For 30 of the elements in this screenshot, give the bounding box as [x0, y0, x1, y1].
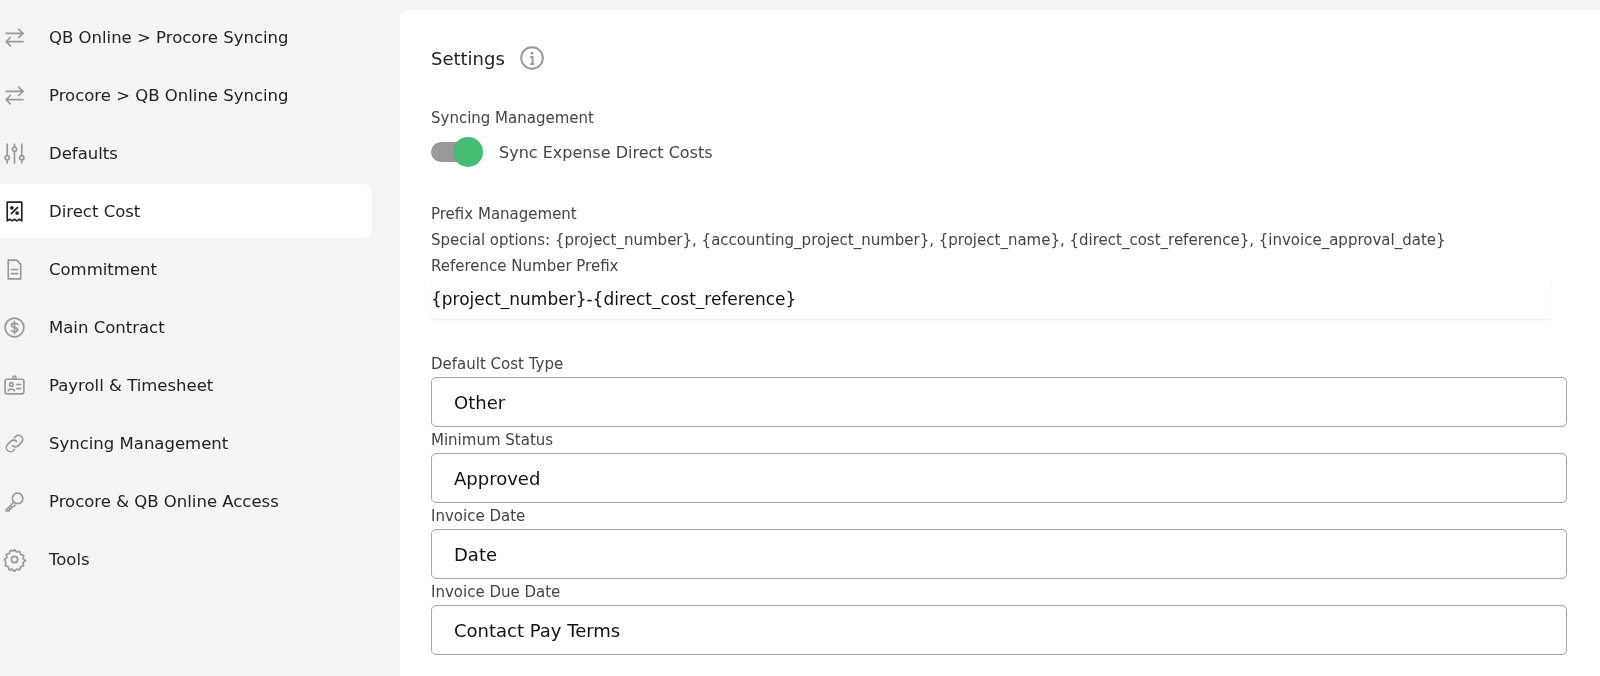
sidebar-item[interactable]: Tools: [0, 532, 372, 586]
id-card-icon: [2, 372, 27, 398]
field-label: Minimum Status: [431, 430, 555, 451]
special-options-text: Special options: {project_number}, {accounting_project_number}, {project_name}, {direct_cost_reference}, {invoice_approval_date}: [431, 230, 1447, 251]
input-field[interactable]: Approved: [431, 453, 1567, 503]
section-heading: Syncing Management: [431, 108, 595, 129]
toggle-switch[interactable]: [431, 137, 483, 167]
dollar-icon: [2, 314, 27, 340]
sidebar-item[interactable]: Syncing Management: [0, 416, 372, 470]
field-label: Invoice Due Date: [431, 582, 562, 603]
sidebar-item[interactable]: Payroll & Timesheet: [0, 358, 372, 412]
prefix-input-field[interactable]: {project_number}-{direct_cost_reference}: [431, 279, 1551, 319]
sidebar-item[interactable]: Commitment: [0, 242, 372, 296]
sidebar-item[interactable]: Defaults: [0, 126, 372, 180]
input-field[interactable]: Contact Pay Terms: [431, 605, 1567, 655]
sidebar-item[interactable]: QB Online > Procore Syncing: [0, 10, 372, 64]
field-label: Default Cost Type: [431, 354, 565, 375]
settings-title: Settings: [431, 47, 505, 69]
settings-icon: [2, 546, 27, 572]
sidebar-item[interactable]: Procore > QB Online Syncing: [0, 68, 372, 122]
input-field[interactable]: Other: [431, 377, 1567, 427]
info-icon[interactable]: [518, 45, 545, 71]
sidebar-item[interactable]: Main Contract: [0, 300, 372, 354]
sidebar-item[interactable]: Direct Cost: [0, 184, 372, 238]
toggle-label: Sync Expense Direct Costs: [499, 142, 713, 162]
field-label: Invoice Date: [431, 506, 527, 527]
input-field[interactable]: Date: [431, 529, 1567, 579]
section-heading: Prefix Management: [431, 204, 578, 225]
field-label: Reference Number Prefix: [431, 256, 620, 277]
sidebar-item[interactable]: Procore & QB Online Access: [0, 474, 372, 528]
